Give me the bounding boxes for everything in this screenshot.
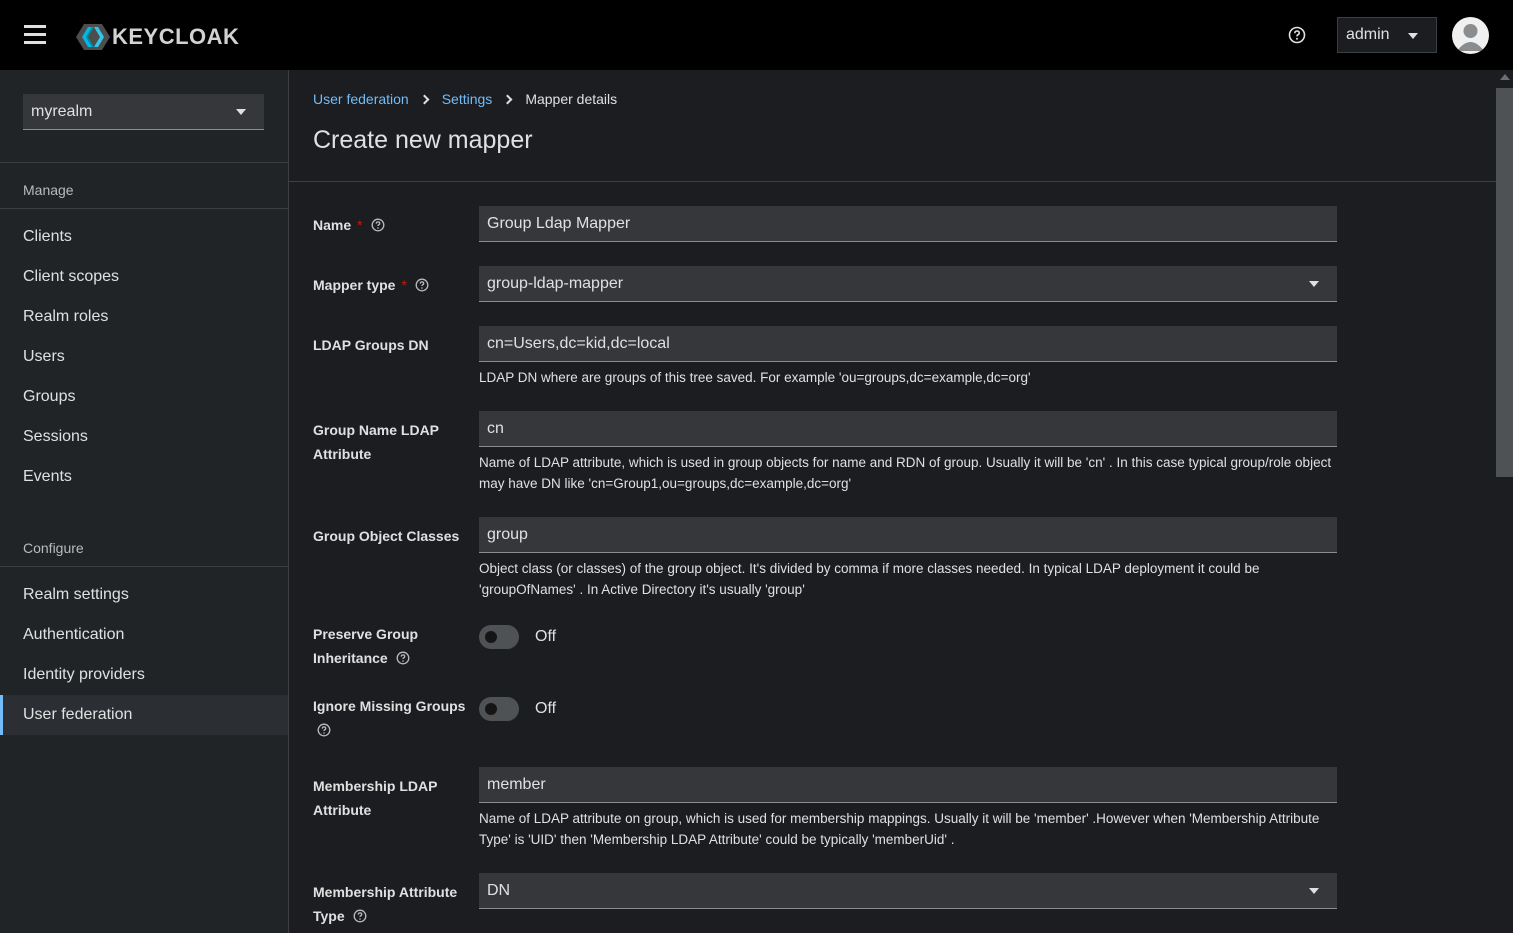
nav-section-configure: Configure [23,540,84,556]
masthead: KEYCLOAK admin [0,0,1513,70]
help-icon[interactable] [1288,26,1306,44]
mapper-type-value: group-ldap-mapper [487,274,624,292]
breadcrumb-settings[interactable]: Settings [442,91,493,107]
breadcrumb: User federation Settings Mapper details [313,91,617,107]
preserve-inheritance-label: Preserve Group Inheritance [313,622,443,670]
sidebar-item-events[interactable]: Events [0,457,288,497]
user-menu-label: admin [1346,26,1390,43]
membership-attr-label: Membership LDAP Attribute [313,778,438,818]
membership-attr-help: Name of LDAP attribute on group, which i… [479,811,1320,847]
mapper-type-label-text: Mapper type [313,277,396,293]
user-menu-dropdown[interactable]: admin [1337,17,1437,53]
page-title: Create new mapper [313,126,533,154]
chevron-right-icon [502,94,513,104]
realm-selector-label: myrealm [31,102,93,120]
membership-type-label: Membership Attribute Type [313,880,473,928]
sidebar-item-realm-settings[interactable]: Realm settings [0,575,288,615]
membership-type-value: DN [487,881,511,899]
toggle-knob [485,703,497,715]
divider [0,208,288,209]
preserve-inheritance-state: Off [535,628,557,645]
group-object-classes-label: Group Object Classes [313,528,460,544]
group-name-attr-input[interactable]: cn [479,411,1337,447]
nav-section-manage: Manage [23,182,74,198]
help-icon[interactable] [396,651,410,665]
keycloak-logo-icon [76,24,110,50]
sidebar-item-clients[interactable]: Clients [0,217,288,257]
caret-down-icon [1408,33,1418,39]
help-icon[interactable] [353,909,367,923]
ignore-missing-state: Off [535,700,557,717]
caret-down-icon [236,109,246,115]
required-mark: * [357,217,363,233]
group-name-attr-help: Name of LDAP attribute, which is used in… [479,455,1332,491]
group-object-classes-help: Object class (or classes) of the group o… [479,561,1260,597]
preserve-inheritance-toggle[interactable] [479,625,519,649]
scrollbar[interactable] [1496,70,1513,933]
ignore-missing-label: Ignore Missing Groups [313,694,473,742]
membership-attr-input[interactable]: member [479,767,1337,803]
scroll-up-icon[interactable] [1500,74,1510,80]
sidebar-item-realm-roles[interactable]: Realm roles [0,297,288,337]
sidebar-item-user-federation[interactable]: User federation [0,695,288,735]
sidebar-item-client-scopes[interactable]: Client scopes [0,257,288,297]
divider [0,566,288,567]
realm-selector[interactable]: myrealm [23,94,264,130]
sidebar: myrealm Manage Clients Client scopes Rea… [0,70,289,933]
breadcrumb-current: Mapper details [525,91,618,107]
sidebar-item-authentication[interactable]: Authentication [0,615,288,655]
membership-type-select[interactable]: DN [479,873,1337,909]
divider [289,181,1496,182]
brand-logo[interactable]: KEYCLOAK [76,22,239,52]
mapper-type-label: Mapper type * [313,273,473,297]
ldap-groups-dn-label: LDAP Groups DN [313,337,429,353]
toggle-knob [485,631,497,643]
group-object-classes-input[interactable]: group [479,517,1337,553]
ldap-groups-dn-help: LDAP DN where are groups of this tree sa… [479,370,1031,385]
membership-type-label-text: Membership Attribute Type [313,884,458,924]
divider [0,162,288,163]
name-input[interactable]: Group Ldap Mapper [479,206,1337,242]
help-icon[interactable] [415,278,429,292]
ldap-groups-dn-input[interactable]: cn=Users,dc=kid,dc=local [479,326,1337,362]
sidebar-item-groups[interactable]: Groups [0,377,288,417]
breadcrumb-user-federation[interactable]: User federation [313,91,409,107]
name-label-text: Name [313,217,352,233]
user-avatar-icon[interactable] [1452,17,1489,54]
ignore-missing-toggle[interactable] [479,697,519,721]
ignore-missing-label-text: Ignore Missing Groups [313,698,466,714]
main-content: User federation Settings Mapper details … [289,70,1496,933]
sidebar-item-users[interactable]: Users [0,337,288,377]
scrollbar-thumb[interactable] [1496,88,1513,477]
group-name-attr-label: Group Name LDAP Attribute [313,422,439,462]
name-label: Name * [313,213,473,237]
chevron-right-icon [419,94,430,104]
sidebar-item-identity-providers[interactable]: Identity providers [0,655,288,695]
mapper-type-select[interactable]: group-ldap-mapper [479,266,1337,302]
required-mark: * [401,277,407,293]
brand-text: KEYCLOAK [112,24,240,49]
caret-down-icon [1309,888,1319,894]
hamburger-icon[interactable] [24,25,46,45]
help-icon[interactable] [317,723,331,737]
sidebar-item-sessions[interactable]: Sessions [0,417,288,457]
help-icon[interactable] [371,218,385,232]
caret-down-icon [1309,281,1319,287]
